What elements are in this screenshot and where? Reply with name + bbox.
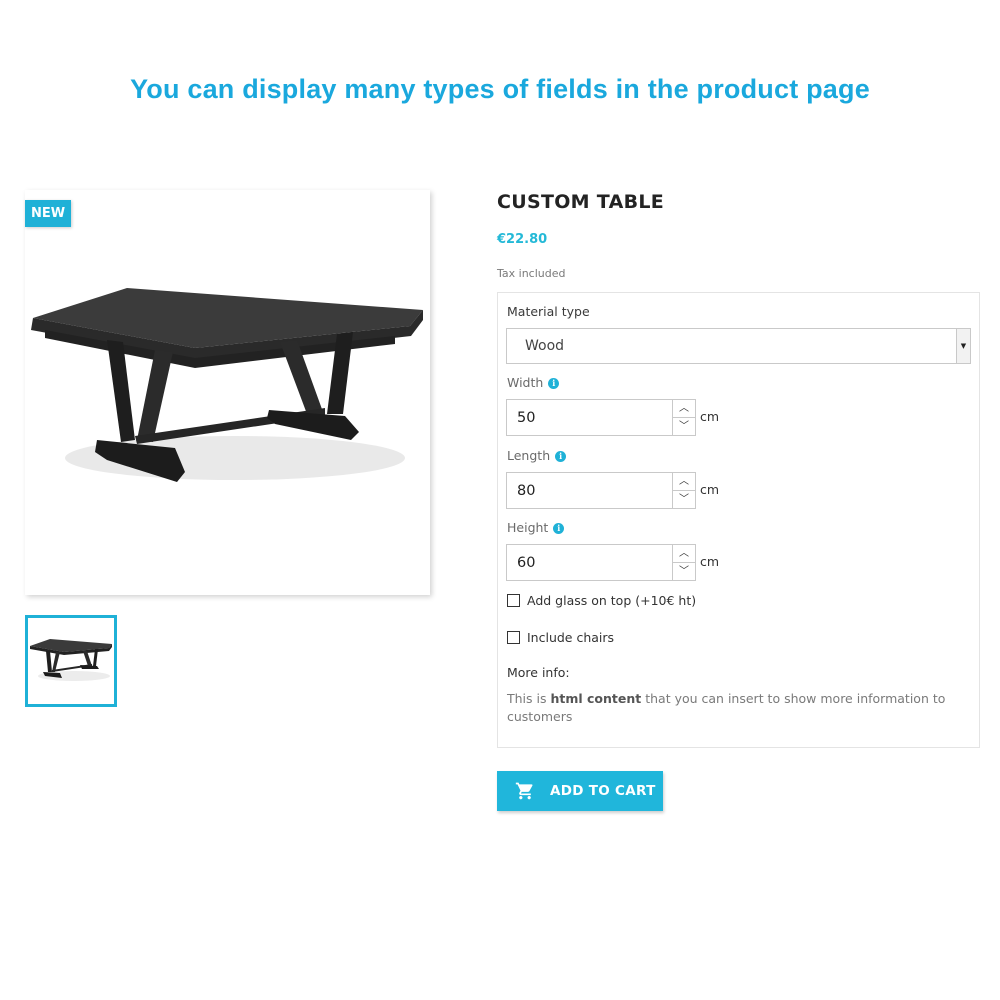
more-info-text-bold: html content [550, 691, 642, 706]
glass-checkbox[interactable] [507, 594, 520, 607]
glass-option[interactable]: Add glass on top (+10€ ht) [507, 593, 696, 608]
length-value: 80 [517, 483, 536, 499]
material-type-label: Material type [507, 304, 590, 319]
height-value: 60 [517, 555, 536, 571]
length-label: Length [507, 448, 551, 463]
length-unit: cm [700, 482, 720, 497]
add-to-cart-label: ADD TO CART [550, 783, 656, 799]
more-info-text-before: This is [507, 691, 551, 706]
chairs-checkbox[interactable] [507, 631, 520, 644]
shopping-cart-icon [515, 782, 533, 800]
new-badge: NEW [25, 200, 71, 227]
material-type-selected: Wood [525, 338, 565, 354]
thumbnail-table-illustration [30, 639, 112, 681]
product-main-image[interactable] [25, 190, 430, 595]
width-label: Width [507, 375, 544, 390]
product-thumbnail[interactable] [25, 615, 117, 707]
height-increment-button[interactable]: ︿ [672, 545, 695, 563]
product-price: €22.80 [497, 232, 548, 247]
more-info-label: More info: [507, 665, 570, 680]
length-input[interactable]: 80 ︿ ﹀ [506, 472, 696, 509]
page-headline: You can display many types of fields in … [130, 74, 870, 104]
glass-option-label: Add glass on top (+10€ ht) [527, 593, 697, 608]
more-info-text: This is html content that you can insert… [507, 690, 967, 726]
height-label-row: Height i [507, 520, 565, 535]
height-label: Height [507, 520, 549, 535]
height-decrement-button[interactable]: ﹀ [672, 563, 695, 580]
info-icon[interactable]: i [548, 378, 560, 389]
width-unit: cm [700, 409, 720, 424]
height-unit: cm [700, 554, 720, 569]
length-decrement-button[interactable]: ﹀ [672, 491, 695, 508]
width-input[interactable]: 50 ︿ ﹀ [506, 399, 696, 436]
dropdown-arrow-icon[interactable]: ▼ [956, 329, 970, 363]
chairs-option-label: Include chairs [527, 630, 615, 645]
product-title: CUSTOM TABLE [497, 191, 665, 213]
width-value: 50 [517, 410, 536, 426]
info-icon[interactable]: i [553, 523, 565, 534]
width-increment-button[interactable]: ︿ [672, 400, 695, 418]
tax-note: Tax included [497, 267, 566, 280]
length-increment-button[interactable]: ︿ [672, 473, 695, 491]
product-page: You can display many types of fields in … [0, 0, 1000, 1000]
chairs-option[interactable]: Include chairs [507, 630, 614, 645]
width-decrement-button[interactable]: ﹀ [672, 418, 695, 435]
height-input[interactable]: 60 ︿ ﹀ [506, 544, 696, 581]
length-label-row: Length i [507, 448, 567, 463]
add-to-cart-button[interactable]: ADD TO CART [497, 771, 663, 811]
info-icon[interactable]: i [555, 451, 567, 462]
width-label-row: Width i [507, 375, 560, 390]
table-illustration [31, 288, 423, 482]
material-type-select[interactable]: Wood ▼ [506, 328, 971, 364]
